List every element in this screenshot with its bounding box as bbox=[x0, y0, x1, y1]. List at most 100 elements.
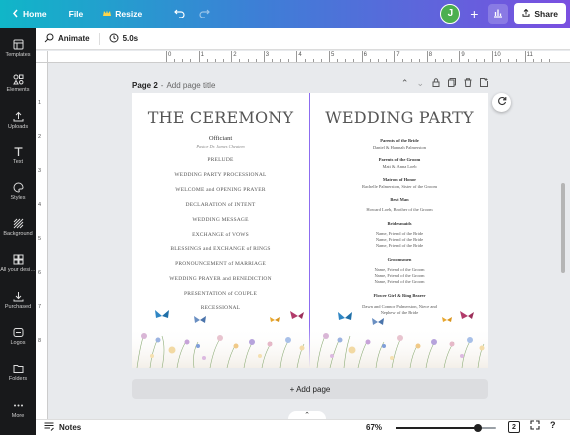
ruler-tick bbox=[296, 51, 298, 62]
sidebar-item-folders[interactable]: Folders bbox=[0, 362, 36, 382]
clock-icon bbox=[109, 33, 119, 45]
program-item[interactable]: PRESENTATION of COUPLE bbox=[132, 291, 309, 297]
redo-icon bbox=[199, 7, 211, 21]
notes-button[interactable]: Notes bbox=[44, 422, 81, 433]
add-page-button[interactable]: + Add page bbox=[132, 379, 488, 399]
ruler-number: 5 bbox=[331, 52, 335, 58]
zoom-level[interactable]: 67% bbox=[366, 423, 382, 432]
zoom-slider-fill bbox=[396, 427, 478, 429]
butterfly-icon bbox=[442, 317, 452, 322]
fullscreen-icon[interactable] bbox=[530, 420, 540, 433]
wedding-party-panel[interactable]: WEDDING PARTY Parents of the Bride Danie… bbox=[311, 93, 488, 315]
home-button[interactable]: Home bbox=[6, 0, 53, 28]
file-menu[interactable]: File bbox=[63, 0, 90, 28]
party-group-heading[interactable]: Best Man bbox=[311, 197, 488, 202]
party-group-heading[interactable]: Groomsmen bbox=[311, 257, 488, 262]
ruler-tick bbox=[345, 59, 347, 62]
program-item[interactable]: WEDDING MESSAGE bbox=[132, 217, 309, 223]
program-item[interactable]: DECLARATION of INTENT bbox=[132, 202, 309, 208]
party-member[interactable]: Name, Friend of the Groom bbox=[311, 267, 488, 272]
butterfly-icon bbox=[270, 317, 280, 322]
officiant-heading[interactable]: Officiant bbox=[132, 135, 309, 142]
program-item[interactable]: WEDDING PRAYER and BENEDICTION bbox=[132, 276, 309, 282]
ruler-number: 4 bbox=[298, 52, 302, 58]
trash-icon[interactable] bbox=[464, 78, 472, 89]
program-item[interactable]: PRONOUNCEMENT of MARRIAGE bbox=[132, 261, 309, 267]
sidebar-item-text[interactable]: Text bbox=[0, 145, 36, 165]
ruler-tick bbox=[369, 59, 371, 62]
help-icon[interactable]: ? bbox=[550, 420, 556, 430]
party-member[interactable]: Name, Friend of the Bride bbox=[311, 237, 488, 242]
undo-button[interactable] bbox=[168, 0, 191, 28]
ruler-number: 10 bbox=[494, 52, 501, 58]
sidebar-item-logos[interactable]: Logos bbox=[0, 326, 36, 346]
refresh-button[interactable] bbox=[492, 93, 511, 112]
party-member[interactable]: Name, Friend of the Groom bbox=[311, 279, 488, 284]
duplicate-icon[interactable] bbox=[448, 78, 456, 89]
party-member[interactable]: Matt & Anna Loeb bbox=[311, 164, 488, 169]
zoom-slider-knob[interactable] bbox=[474, 424, 482, 432]
lock-icon[interactable] bbox=[432, 78, 440, 89]
ceremony-panel[interactable]: THE CEREMONY Officiant Pastor Dr. James … bbox=[132, 93, 309, 311]
invite-plus-button[interactable]: + bbox=[466, 4, 482, 24]
ruler-tick bbox=[231, 51, 233, 62]
notes-label: Notes bbox=[59, 423, 82, 432]
party-member[interactable]: Name, Friend of the Bride bbox=[311, 243, 488, 248]
vertical-scrollbar[interactable] bbox=[560, 63, 566, 411]
design-page[interactable]: THE CEREMONY Officiant Pastor Dr. James … bbox=[132, 93, 488, 368]
program-item[interactable]: PRELUDE bbox=[132, 157, 309, 163]
collapse-pages-button[interactable]: ⌃ bbox=[288, 411, 326, 419]
program-item[interactable]: BLESSINGS and EXCHANGE of RINGS bbox=[132, 246, 309, 252]
sidebar-item-styles[interactable]: Styles bbox=[0, 181, 36, 201]
party-group-heading[interactable]: Bridesmaids bbox=[311, 221, 488, 226]
sidebar-item-background[interactable]: Background bbox=[0, 217, 36, 237]
ruler-number: 5 bbox=[38, 236, 42, 242]
scrollbar-thumb[interactable] bbox=[561, 183, 565, 273]
animate-button[interactable]: Animate bbox=[44, 33, 90, 45]
sidebar-item-purchased[interactable]: Purchased bbox=[0, 290, 36, 310]
sidebar-item-templates[interactable]: Templates bbox=[0, 38, 36, 58]
page-count-button[interactable]: 2 bbox=[508, 421, 520, 433]
ruler-tick bbox=[549, 59, 551, 62]
party-group-heading[interactable]: Flower Girl & Ring Bearer bbox=[311, 293, 488, 298]
add-page-title-input[interactable]: Add page title bbox=[166, 81, 215, 90]
ruler-tick bbox=[182, 59, 184, 62]
plus-icon: + bbox=[470, 5, 479, 22]
zoom-slider[interactable] bbox=[396, 424, 496, 432]
ceremony-title[interactable]: THE CEREMONY bbox=[132, 108, 309, 127]
share-button[interactable]: Share bbox=[514, 3, 566, 24]
sidebar-label: Templates bbox=[5, 52, 31, 58]
page-label: Page 2 bbox=[132, 80, 158, 90]
ruler-tick bbox=[467, 59, 469, 62]
resize-button[interactable]: Resize bbox=[97, 0, 148, 28]
sidebar-item-all-designs[interactable]: All your desi… bbox=[0, 253, 36, 273]
party-member[interactable]: Name, Friend of the Bride bbox=[311, 231, 488, 236]
floral-border-illustration[interactable] bbox=[132, 306, 488, 368]
ruler-number: 4 bbox=[38, 202, 42, 208]
party-member[interactable]: Rachelle Palmerston, Sister of the Groom bbox=[311, 184, 488, 189]
avatar[interactable]: J bbox=[440, 3, 461, 24]
party-member[interactable]: Howard Loeb, Brother of the Groom bbox=[311, 207, 488, 212]
redo-button[interactable] bbox=[193, 0, 216, 28]
program-item[interactable]: WELCOME and OPENING PRAYER bbox=[132, 187, 309, 193]
sidebar-item-elements[interactable]: Elements bbox=[0, 73, 36, 93]
program-item[interactable]: EXCHANGE of VOWS bbox=[132, 232, 309, 238]
duration-button[interactable]: 5.0s bbox=[109, 33, 138, 45]
party-group-heading[interactable]: Parents of the Groom bbox=[311, 157, 488, 162]
party-member[interactable]: Name, Friend of the Groom bbox=[311, 273, 488, 278]
sidebar-item-more[interactable]: More bbox=[0, 399, 36, 419]
wedding-party-title[interactable]: WEDDING PARTY bbox=[311, 108, 488, 127]
chevron-up-icon[interactable]: ⌃ bbox=[401, 78, 409, 89]
chevron-down-icon[interactable]: ⌄ bbox=[416, 78, 424, 89]
download-icon bbox=[12, 290, 24, 302]
ruler-tick bbox=[451, 59, 453, 62]
party-group-heading[interactable]: Parents of the Bride bbox=[311, 138, 488, 143]
party-member[interactable]: Daniel & Hannah Palmerston bbox=[311, 145, 488, 150]
sidebar-item-uploads[interactable]: Uploads bbox=[0, 110, 36, 130]
add-page-icon[interactable] bbox=[480, 78, 488, 89]
folder-icon bbox=[12, 362, 24, 374]
officiant-name[interactable]: Pastor Dr. James Cheatem bbox=[132, 144, 309, 149]
insights-button[interactable] bbox=[488, 3, 509, 24]
party-group-heading[interactable]: Matron of Honor bbox=[311, 177, 488, 182]
program-item[interactable]: WEDDING PARTY PROCESSIONAL bbox=[132, 172, 309, 178]
